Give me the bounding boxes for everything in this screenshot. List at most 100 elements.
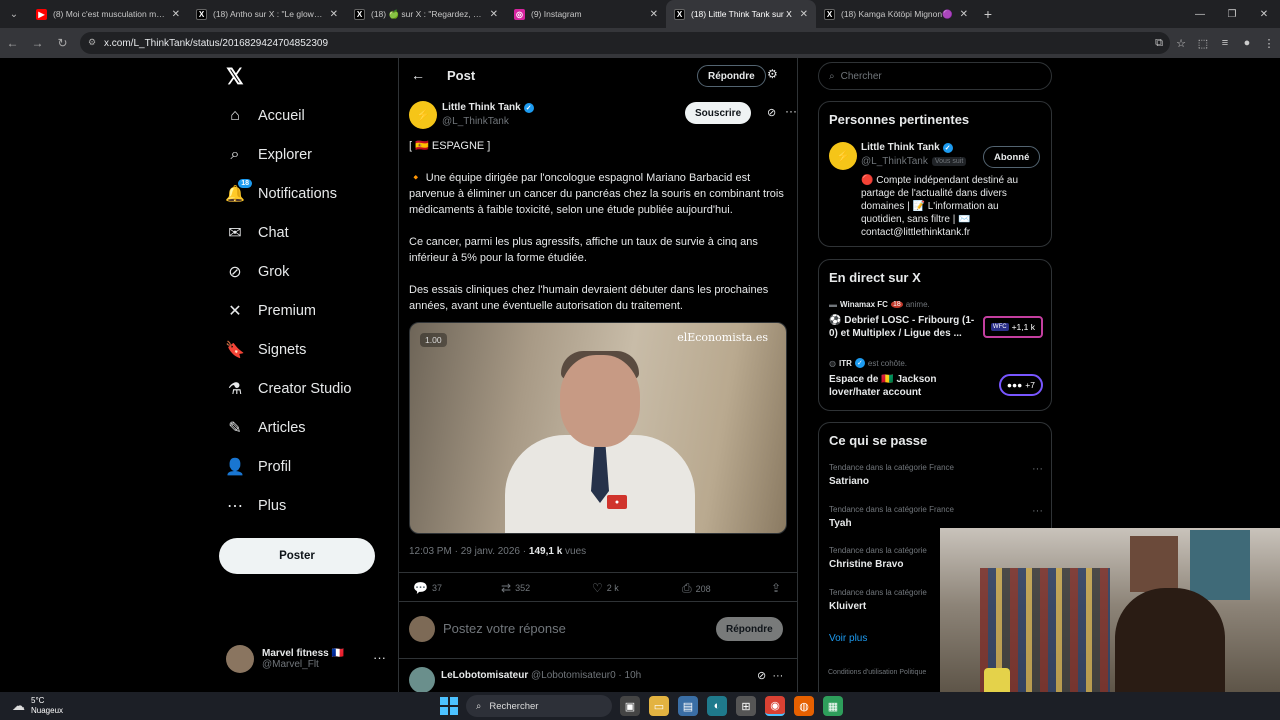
media-controls-icon[interactable]: ≡: [1214, 37, 1236, 49]
firefox-icon[interactable]: ◍: [794, 696, 814, 716]
reply-item[interactable]: LeLobotomisateur @Lobotomisateur0 · 10h …: [399, 658, 797, 693]
back-button[interactable]: ←: [0, 28, 25, 58]
browser-tab[interactable]: X (18) Antho sur X : "Le glow up ✕: [188, 0, 346, 28]
reply-submit-button[interactable]: Répondre: [716, 617, 783, 641]
webcam-poster: [1190, 530, 1250, 600]
close-tab-icon[interactable]: ✕: [800, 9, 808, 20]
nav-item-accueil[interactable]: ⌂ Accueil: [226, 101, 305, 131]
store-bag-icon[interactable]: ⊞: [736, 696, 756, 716]
account-switcher[interactable]: Marvel fitness 🇫🇷 @Marvel_Flt ···: [226, 644, 386, 674]
edge-icon[interactable]: ◐: [707, 696, 727, 716]
minimize-button[interactable]: —: [1184, 0, 1216, 28]
site-info-icon[interactable]: ⚙: [88, 37, 96, 48]
bookmark-icon: ⎙: [682, 581, 692, 595]
close-window-button[interactable]: ✕: [1248, 0, 1280, 28]
reply-action[interactable]: 💬 37: [413, 581, 442, 595]
browser-tab[interactable]: X (18) Little Think Tank sur X ✕: [666, 0, 816, 28]
reply-author-name[interactable]: LeLobotomisateur: [441, 670, 528, 681]
taskbar-apps: ▣ ▭ ▤ ◐ ⊞ ◉ ◍ ▦: [620, 696, 843, 716]
live-listeners-badge[interactable]: ●●● +7: [998, 374, 1043, 396]
more-icon[interactable]: ⊘ ···: [757, 669, 783, 682]
nav-item-articles[interactable]: ✎ Articles: [226, 413, 305, 443]
app-icon[interactable]: ▦: [823, 696, 843, 716]
more-icon[interactable]: ···: [373, 650, 386, 665]
chrome-icon[interactable]: ◉: [765, 696, 785, 716]
browser-menu-icon[interactable]: ⋮: [1258, 37, 1280, 50]
avatar[interactable]: [409, 667, 435, 693]
close-tab-icon[interactable]: ✕: [650, 9, 658, 20]
browser-tab[interactable]: ◎ (9) Instagram ✕: [506, 0, 666, 28]
close-tab-icon[interactable]: ✕: [172, 9, 180, 20]
like-action[interactable]: ♡ 2 k: [592, 581, 619, 595]
bookmark-action[interactable]: ⎙ 208: [682, 581, 711, 596]
subscribe-button[interactable]: Souscrire: [685, 102, 752, 124]
more-icon[interactable]: ···: [785, 104, 797, 118]
x-logo-icon[interactable]: 𝕏: [226, 64, 244, 90]
file-explorer-icon[interactable]: ▭: [649, 696, 669, 716]
nav-item-chat[interactable]: ✉ Chat: [226, 218, 288, 248]
nav-item-premium[interactable]: ✕ Premium: [226, 296, 316, 326]
trend-item[interactable]: Tendance dans la catégorie France Tyah ···: [829, 505, 1043, 529]
tab-search-button[interactable]: ⌄: [0, 0, 28, 28]
forward-button[interactable]: →: [25, 28, 50, 58]
close-tab-icon[interactable]: ✕: [490, 9, 498, 20]
following-button[interactable]: Abonné: [983, 146, 1041, 168]
close-tab-icon[interactable]: ✕: [330, 9, 338, 20]
author-name-row[interactable]: Little Think Tank ✓: [442, 102, 534, 113]
search-input[interactable]: ⌕ Chercher: [818, 62, 1052, 90]
live-item[interactable]: ◍ ITR ✓ est cohôte. Espace de 🇬🇳 Jackson…: [829, 358, 1043, 399]
browser-tab[interactable]: X (18) Kamga Kötöpi Mignon🟣 ✕: [816, 0, 976, 28]
search-icon: ⌕: [230, 146, 240, 163]
live-host-icon: ◍: [829, 358, 836, 368]
footer-links[interactable]: Conditions d'utilisation Politique: [828, 669, 926, 676]
playback-speed[interactable]: 1.00: [420, 333, 447, 347]
install-app-icon[interactable]: ⧉: [1148, 37, 1170, 50]
see-more-link[interactable]: Voir plus: [829, 633, 867, 644]
browser-tab[interactable]: ▶ (8) Moi c'est musculation matin ✕: [28, 0, 188, 28]
post-video[interactable]: ● 1.00 elEconomista.es: [409, 322, 787, 534]
nav-item-explorer[interactable]: ⌕ Explorer: [226, 140, 312, 170]
relevant-people-panel: Personnes pertinentes ⚡ Little Think Tan…: [818, 101, 1052, 247]
repost-action[interactable]: ⇄ 352: [501, 581, 530, 595]
sliders-icon[interactable]: ⚙: [767, 67, 778, 81]
nav-item-label: Creator Studio: [258, 381, 352, 397]
relevant-name-row[interactable]: Little Think Tank ✓: [861, 142, 953, 153]
grok-icon[interactable]: ⊘: [767, 106, 776, 119]
share-action[interactable]: ⇪: [771, 581, 781, 595]
bookmark-star-icon[interactable]: ☆: [1170, 37, 1192, 50]
weather-widget[interactable]: ☁ 5°C Nuageux: [12, 696, 63, 716]
avatar[interactable]: ⚡: [829, 142, 857, 170]
post-metadata: 12:03 PM · 29 janv. 2026 · 149,1 k vues: [409, 546, 586, 557]
more-icon[interactable]: ···: [1032, 463, 1043, 475]
reply-input[interactable]: Postez votre réponse: [443, 621, 566, 636]
reload-button[interactable]: ↻: [50, 28, 75, 58]
post-button[interactable]: Poster: [219, 538, 375, 574]
nav-item-creator-studio[interactable]: ⚗ Creator Studio: [226, 374, 352, 404]
extensions-icon[interactable]: ⬚: [1192, 37, 1214, 50]
trend-item[interactable]: Tendance dans la catégorie France Satrian…: [829, 463, 1043, 487]
nav-item-signets[interactable]: 🔖 Signets: [225, 335, 306, 365]
reply-header-button[interactable]: Répondre: [697, 65, 766, 87]
back-arrow-icon[interactable]: ←: [411, 67, 425, 83]
url-field[interactable]: ⚙ x.com/L_ThinkTank/status/2016829424704…: [80, 32, 1170, 54]
taskbar-search[interactable]: ⌕ Rechercher: [466, 695, 612, 717]
profile-icon[interactable]: ●: [1236, 37, 1258, 49]
live-listeners-badge[interactable]: WFC +1,1 k: [982, 316, 1043, 338]
start-button[interactable]: [440, 697, 458, 715]
nav-item-plus[interactable]: ⋯ Plus: [226, 491, 286, 521]
more-icon[interactable]: ···: [1032, 505, 1043, 517]
maximize-button[interactable]: ❐: [1216, 0, 1248, 28]
live-item[interactable]: ▬ Winamax FC 18 anime. ⚽ Debrief LOSC - …: [829, 300, 1043, 340]
task-view-icon[interactable]: ▣: [620, 696, 640, 716]
nav-item-grok[interactable]: ⊘ Grok: [226, 257, 289, 287]
weather-condition: Nuageux: [31, 706, 64, 715]
author-name: Little Think Tank: [442, 102, 521, 113]
post-timestamp[interactable]: 12:03 PM · 29 janv. 2026 ·: [409, 546, 529, 557]
new-tab-button[interactable]: +: [976, 6, 1000, 22]
close-tab-icon[interactable]: ✕: [960, 9, 968, 20]
nav-item-notifications[interactable]: 🔔 18 Notifications: [225, 179, 337, 209]
browser-tab[interactable]: X (18) 🍏 sur X : "Regardez, dites ✕: [346, 0, 506, 28]
nav-item-profil[interactable]: 👤 Profil: [225, 452, 291, 482]
store-icon[interactable]: ▤: [678, 696, 698, 716]
author-avatar[interactable]: ⚡: [409, 101, 437, 129]
